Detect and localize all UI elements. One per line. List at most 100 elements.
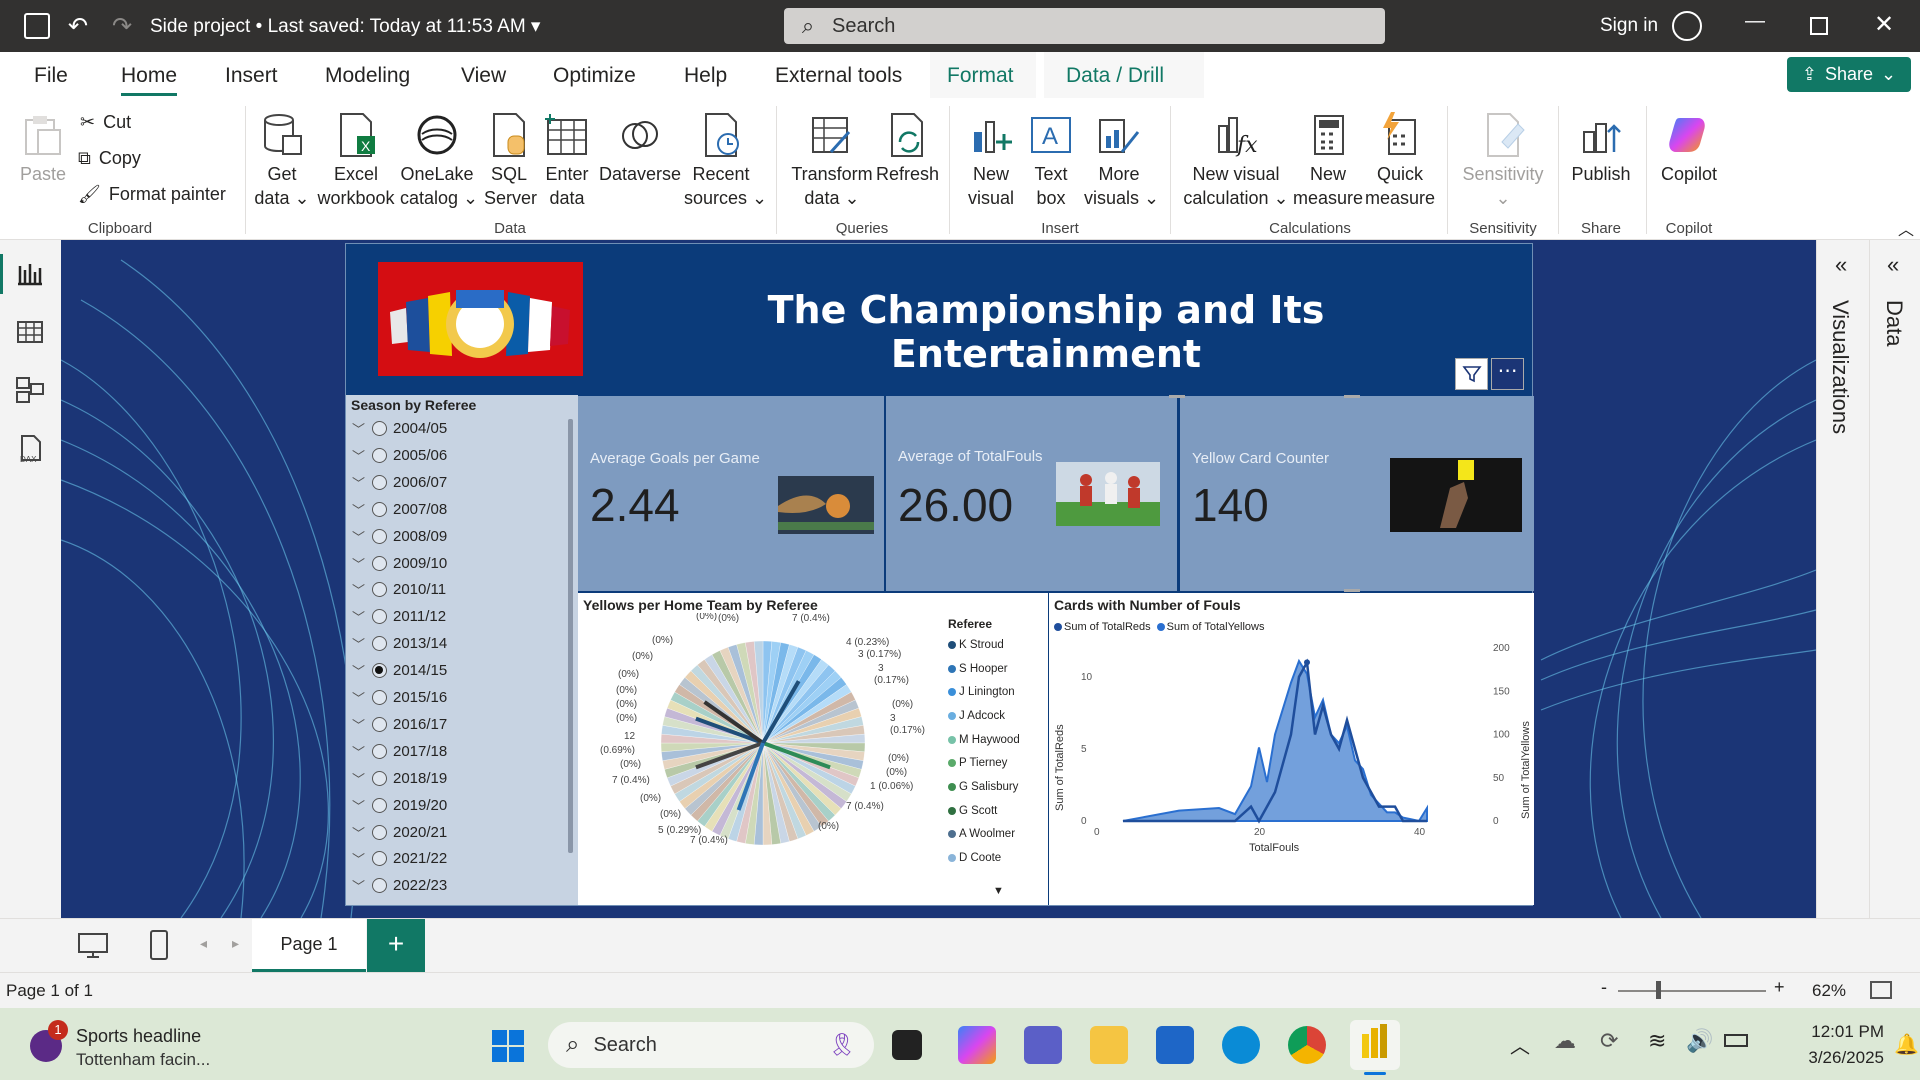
pie-legend-item[interactable]: J Linington bbox=[948, 680, 1020, 704]
slicer-item[interactable]: ﹀ 2007/08 bbox=[352, 500, 447, 519]
table-view-icon[interactable] bbox=[14, 316, 46, 348]
pie-legend-item[interactable]: D Coote bbox=[948, 846, 1020, 870]
radio-button[interactable] bbox=[372, 609, 387, 625]
text-box-button[interactable]: A Text box bbox=[1026, 112, 1076, 210]
new-visual-calculation-button[interactable]: fx New visual calculation ⌄ bbox=[1180, 112, 1292, 210]
collapse-ribbon-icon[interactable]: ︿ bbox=[1898, 216, 1914, 240]
data-pane-tab[interactable]: Data bbox=[1881, 300, 1907, 346]
slicer-item[interactable]: ﹀ 2019/20 bbox=[352, 796, 447, 815]
slicer-item[interactable]: ﹀ 2005/06 bbox=[352, 446, 447, 465]
show-hidden-icons[interactable]: ︿ bbox=[1510, 1030, 1530, 1059]
redo-icon[interactable]: ↷ bbox=[112, 12, 132, 41]
add-page-button[interactable]: + bbox=[367, 919, 425, 973]
expand-chevron-icon[interactable]: ﹀ bbox=[352, 876, 366, 895]
more-visuals-button[interactable]: More visuals ⌄ bbox=[1084, 112, 1159, 210]
teams-icon[interactable] bbox=[1024, 1026, 1062, 1064]
slicer-scrollbar[interactable] bbox=[568, 419, 573, 853]
tab-view[interactable]: View bbox=[461, 64, 506, 88]
chrome-icon[interactable] bbox=[1288, 1026, 1326, 1064]
pie-visual[interactable]: Yellows per Home Team by Referee 7 (0.4%… bbox=[578, 593, 1048, 905]
legend-scroll-down-icon[interactable]: ▼ bbox=[993, 885, 1004, 897]
expand-chevron-icon[interactable]: ﹀ bbox=[352, 607, 366, 626]
search-box[interactable]: ⌕ Search bbox=[784, 8, 1385, 44]
next-page-icon[interactable]: ▸ bbox=[232, 935, 239, 952]
slicer-item[interactable]: ﹀ 2018/19 bbox=[352, 769, 447, 788]
radio-button[interactable] bbox=[372, 636, 387, 652]
weather-cloud-icon[interactable]: ☁ bbox=[1554, 1028, 1576, 1054]
resize-handle[interactable] bbox=[1344, 589, 1360, 592]
radio-button[interactable] bbox=[372, 501, 387, 517]
minimize-icon[interactable]: — bbox=[1745, 10, 1765, 33]
dataverse-button[interactable]: Dataverse bbox=[598, 112, 682, 186]
sensitivity-button[interactable]: Sensitivity ⌄ bbox=[1458, 112, 1548, 210]
sql-server-button[interactable]: SQL Server bbox=[484, 112, 537, 210]
recent-sources-button[interactable]: Recent sources ⌄ bbox=[684, 112, 767, 210]
slicer-item[interactable]: ﹀ 2022/23 bbox=[352, 876, 447, 895]
more-options-icon[interactable]: ⋯ bbox=[1491, 358, 1524, 390]
tab-insert[interactable]: Insert bbox=[225, 64, 278, 88]
zoom-slider-thumb[interactable] bbox=[1656, 981, 1661, 999]
pie-legend-item[interactable]: P Tierney bbox=[948, 751, 1020, 775]
clock-time[interactable]: 12:01 PM bbox=[1764, 1022, 1884, 1042]
new-measure-button[interactable]: New measure bbox=[1292, 112, 1364, 210]
slicer-item[interactable]: ﹀ 2009/10 bbox=[352, 554, 447, 573]
model-view-icon[interactable] bbox=[14, 374, 46, 406]
fit-to-page-icon[interactable] bbox=[1870, 981, 1892, 999]
chevron-down-icon[interactable]: ▾ bbox=[531, 15, 541, 38]
report-view-icon[interactable] bbox=[14, 258, 46, 290]
windows-start-icon[interactable] bbox=[490, 1028, 526, 1064]
document-title[interactable]: Side project • Last saved: Today at 11:5… bbox=[150, 15, 540, 38]
zoom-in-icon[interactable]: + bbox=[1774, 977, 1785, 998]
task-view-icon[interactable] bbox=[892, 1030, 922, 1060]
quick-measure-button[interactable]: Quick measure bbox=[1364, 112, 1436, 210]
radio-button[interactable] bbox=[372, 743, 387, 759]
slicer-item[interactable]: ﹀ 2010/11 bbox=[352, 580, 446, 599]
expand-chevron-icon[interactable]: ﹀ bbox=[352, 527, 366, 546]
file-explorer-icon[interactable] bbox=[1090, 1026, 1128, 1064]
expand-chevron-icon[interactable]: ﹀ bbox=[352, 419, 366, 438]
news-subtitle[interactable]: Tottenham facin... bbox=[76, 1050, 210, 1070]
transform-data-button[interactable]: Transform data ⌄ bbox=[790, 112, 874, 210]
expand-chevron-icon[interactable]: ﹀ bbox=[352, 742, 366, 761]
pie-legend-item[interactable]: M Haywood bbox=[948, 728, 1020, 752]
copilot-button[interactable]: Copilot bbox=[1656, 112, 1722, 186]
pie-legend-item[interactable]: J Adcock bbox=[948, 704, 1020, 728]
expand-chevron-icon[interactable]: ﹀ bbox=[352, 823, 366, 842]
expand-chevron-icon[interactable]: ﹀ bbox=[352, 500, 366, 519]
slicer-item[interactable]: ﹀ 2011/12 bbox=[352, 607, 446, 626]
slicer-item[interactable]: ﹀ 2016/17 bbox=[352, 715, 447, 734]
undo-icon[interactable]: ↶ bbox=[68, 12, 88, 41]
powerbi-taskbar-button[interactable] bbox=[1350, 1020, 1400, 1070]
tab-data-drill[interactable]: Data / Drill bbox=[1066, 64, 1164, 88]
slicer-item[interactable]: ﹀ 2021/22 bbox=[352, 849, 447, 868]
radio-button[interactable] bbox=[372, 421, 387, 436]
cut-button[interactable]: ✂ Cut bbox=[80, 112, 131, 133]
pie-legend-item[interactable]: G Scott bbox=[948, 799, 1020, 823]
expand-chevron-icon[interactable]: ﹀ bbox=[352, 446, 366, 465]
zoom-out-icon[interactable]: - bbox=[1601, 977, 1607, 998]
radio-button[interactable] bbox=[372, 528, 387, 544]
publish-button[interactable]: Publish bbox=[1568, 112, 1634, 186]
prev-page-icon[interactable]: ◂ bbox=[200, 935, 207, 952]
expand-chevron-icon[interactable]: ﹀ bbox=[352, 688, 366, 707]
wifi-icon[interactable]: ≋ bbox=[1648, 1028, 1666, 1054]
expand-chevron-icon[interactable]: ﹀ bbox=[352, 769, 366, 788]
avatar-icon[interactable] bbox=[1672, 11, 1702, 41]
expand-chevron-icon[interactable]: ﹀ bbox=[352, 473, 366, 492]
maximize-icon[interactable] bbox=[1810, 17, 1828, 35]
store-icon[interactable] bbox=[1156, 1026, 1194, 1064]
radio-button[interactable] bbox=[372, 663, 387, 679]
sign-in-link[interactable]: Sign in bbox=[1600, 15, 1658, 37]
tab-modeling[interactable]: Modeling bbox=[325, 64, 410, 88]
paste-button[interactable]: Paste bbox=[18, 112, 68, 186]
tab-home[interactable]: Home bbox=[121, 64, 178, 96]
radio-button[interactable] bbox=[372, 824, 387, 840]
notifications-icon[interactable]: 🔔 bbox=[1894, 1032, 1919, 1057]
radio-button[interactable] bbox=[372, 797, 387, 813]
expand-chevron-icon[interactable]: ﹀ bbox=[352, 580, 366, 599]
area-legend-item[interactable]: Sum of TotalYellows bbox=[1156, 621, 1264, 633]
sync-icon[interactable]: ⟳ bbox=[1600, 1028, 1618, 1054]
enter-data-button[interactable]: Enter data bbox=[542, 112, 592, 210]
radio-button[interactable] bbox=[372, 878, 387, 894]
resize-handle[interactable] bbox=[1344, 395, 1360, 398]
